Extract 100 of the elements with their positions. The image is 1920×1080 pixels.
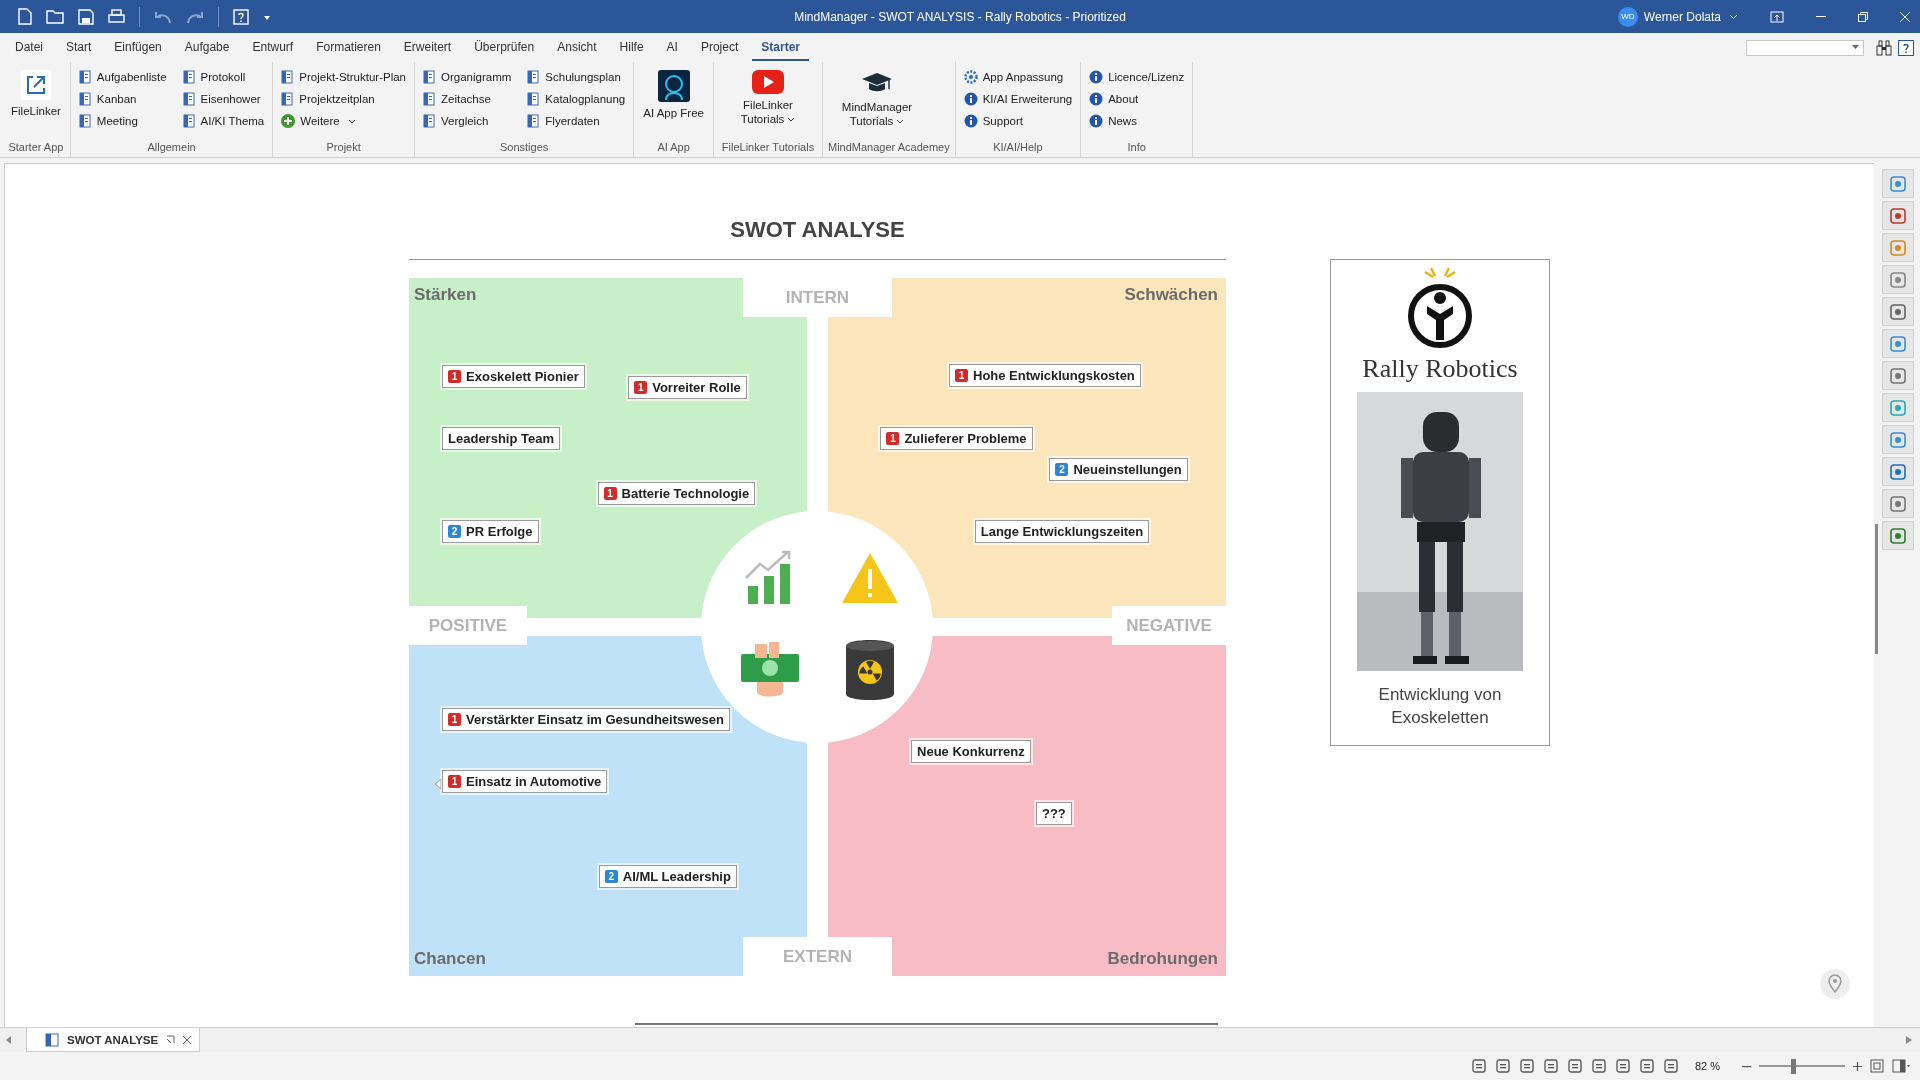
undo-icon[interactable] <box>154 9 172 24</box>
ribbon-button[interactable]: Vergleich <box>420 110 515 132</box>
folder-icon[interactable] <box>46 9 64 24</box>
priority-badge: 1 <box>448 775 462 789</box>
menu-tab[interactable]: AI <box>657 34 687 61</box>
print-icon[interactable] <box>108 8 125 25</box>
topic-node[interactable]: 1 Zulieferer Probleme <box>880 427 1033 451</box>
user-name[interactable]: Werner Dolata <box>1643 9 1721 24</box>
ribbon-button[interactable]: Projektzeitplan <box>278 88 409 110</box>
topic-node[interactable]: 1 Verstärkter Einsatz im Gesundheitswesen <box>442 707 730 731</box>
ribbon-button[interactable]: Zeitachse <box>420 88 515 110</box>
ribbon-button[interactable]: Organigramm <box>420 66 515 88</box>
slider-thumb[interactable] <box>1791 1058 1797 1074</box>
ribbon-button[interactable]: Kanban <box>75 88 170 110</box>
ribbon-button[interactable]: Flyerdaten <box>524 110 629 132</box>
menu-tab[interactable]: Datei <box>6 34 52 61</box>
menu-tab[interactable]: Formatieren <box>307 34 390 61</box>
ribbon-button[interactable]: Weitere <box>278 110 409 132</box>
document-tab[interactable]: SWOT ANALYSE <box>26 1028 201 1052</box>
menu-tab[interactable]: Start <box>57 34 101 61</box>
menu-tab[interactable]: Entwurf <box>243 34 303 61</box>
ribbon-group-label: Sonstiges <box>499 140 550 155</box>
priority-badge: 1 <box>955 368 968 382</box>
info-icon <box>1089 70 1104 84</box>
search-combo-field[interactable] <box>1746 39 1864 56</box>
logo-icon <box>1405 266 1475 350</box>
fit-page-icon[interactable] <box>1870 1059 1884 1073</box>
topic-node[interactable]: 1 Batterie Technologie <box>597 482 756 506</box>
help-icon[interactable] <box>1898 39 1914 56</box>
horizontal-scrollbar[interactable] <box>635 1023 1218 1025</box>
scroll-right-icon[interactable] <box>1906 1036 1912 1044</box>
ribbon-button[interactable]: Schulungsplan <box>524 66 629 88</box>
ribbon-display-icon[interactable] <box>1770 10 1784 23</box>
ribbon-button[interactable]: News <box>1086 110 1188 132</box>
topic-node[interactable]: 2 Neueinstellungen <box>1049 458 1188 481</box>
topic-node[interactable]: Lange Entwicklungszeiten <box>974 520 1150 544</box>
chevron-down-icon[interactable] <box>1729 13 1738 20</box>
caret-icon[interactable] <box>1852 45 1859 50</box>
menu-tab[interactable]: Ansicht <box>548 34 606 61</box>
topic-node[interactable]: 1 Exoskelett Pionier <box>442 364 585 388</box>
binoculars-icon[interactable] <box>1876 39 1892 56</box>
redo-icon[interactable] <box>186 9 204 24</box>
topic-node[interactable]: 1 Hohe Entwicklungskosten <box>949 363 1141 387</box>
ribbon-button[interactable]: Support <box>960 110 1076 132</box>
pop-out-icon[interactable] <box>166 1035 176 1044</box>
menu-tab[interactable]: Project <box>691 34 748 61</box>
ribbon-button[interactable]: Eisenhower <box>179 88 268 110</box>
video-play-icon <box>752 70 784 94</box>
map-document-icon <box>45 1032 59 1047</box>
window-title: MindManager - SWOT ANALYSIS - Rally Robotics - Prioritized <box>794 9 1126 24</box>
menu-tab[interactable]: Erweitert <box>394 34 461 61</box>
restore-icon[interactable] <box>1858 11 1868 22</box>
topic-node[interactable]: ??? <box>1035 802 1072 826</box>
close-icon[interactable] <box>183 1035 192 1044</box>
ribbon-group-label: AI App <box>656 140 691 155</box>
minimize-icon[interactable] <box>1816 15 1826 18</box>
gear-icon <box>963 70 978 84</box>
axis-label: EXTERN <box>743 937 892 976</box>
axis-label: INTERN <box>743 278 892 317</box>
zoom-level: 82 % <box>1694 1060 1720 1072</box>
ribbon-button[interactable]: Aufgabenliste <box>75 66 170 88</box>
brand-name: Rally Robotics <box>1362 354 1518 384</box>
scroll-left-icon[interactable] <box>6 1036 12 1044</box>
panel-icon[interactable] <box>1892 1059 1910 1073</box>
zoom-in-icon[interactable] <box>1853 1061 1862 1071</box>
map-title: SWOT ANALYSE <box>409 217 1226 260</box>
topic-node[interactable]: 2 PR Erfolge <box>442 520 539 544</box>
topic-node[interactable]: 1 Vorreiter Rolle <box>628 375 747 399</box>
ribbon-button[interactable]: MindManager Tutorials <box>828 66 926 138</box>
ribbon-button[interactable]: Katalogplanung <box>524 88 629 110</box>
ribbon-button[interactable]: FileLinker <box>7 66 65 138</box>
menu-tab[interactable]: Hilfe <box>610 34 653 61</box>
ribbon-button[interactable]: Meeting <box>75 110 170 132</box>
ribbon-group-label: Starter App <box>7 140 65 155</box>
ribbon-button[interactable]: AI App Free <box>639 66 708 138</box>
info-icon <box>1089 114 1104 128</box>
ribbon-button[interactable]: About <box>1086 88 1188 110</box>
priority-badge: 1 <box>886 432 900 446</box>
priority-badge: 1 <box>448 369 462 383</box>
ribbon-button[interactable]: AI/KI Thema <box>179 110 268 132</box>
menu-tab[interactable]: Einfügen <box>105 34 171 61</box>
ribbon-button[interactable]: Protokoll <box>179 66 268 88</box>
menu-tab[interactable]: Aufgabe <box>175 34 239 61</box>
ribbon-button[interactable]: KI/AI Erweiterung <box>960 88 1076 110</box>
ribbon-button[interactable]: Projekt-Struktur-Plan <box>278 66 409 88</box>
topic-node[interactable]: 2 AI/ML Leadership <box>598 864 737 888</box>
save-icon[interactable] <box>78 8 94 25</box>
menu-tab[interactable]: Starter <box>752 34 809 61</box>
topic-node[interactable]: Neue Konkurrenz <box>911 739 1031 763</box>
vertical-scrollbar[interactable] <box>1875 524 1878 654</box>
ribbon-button[interactable]: App Anpassung <box>960 66 1076 88</box>
ribbon-button[interactable]: FileLinker Tutorials <box>719 66 817 138</box>
location-pin-icon[interactable] <box>1820 969 1850 999</box>
ribbon-button[interactable]: Licence/Lizenz <box>1086 66 1188 88</box>
info-icon <box>1089 92 1104 106</box>
ribbon-group-label: FileLinker Tutorials <box>720 140 816 155</box>
new-file-icon[interactable] <box>18 8 32 25</box>
menu-tab[interactable]: Überprüfen <box>465 34 544 61</box>
ribbon-group-label: KI/AI/Help <box>992 140 1044 155</box>
topic-node[interactable]: Leadership Team <box>442 427 560 451</box>
